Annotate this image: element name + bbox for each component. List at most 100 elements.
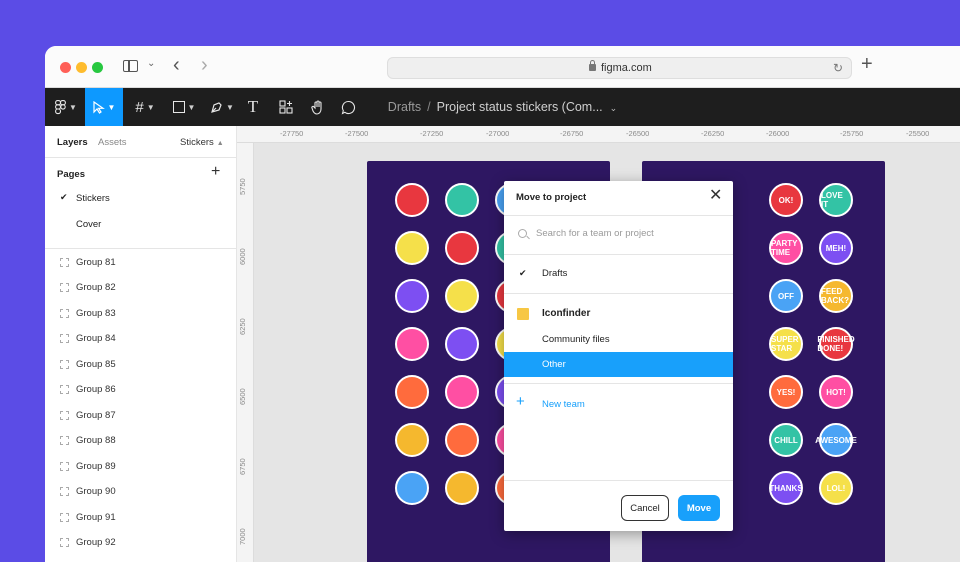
ruler-top: -27750 -27500 -27250 -27000 -26750 -2650… xyxy=(237,126,960,143)
project-option-other[interactable]: Other xyxy=(504,352,733,377)
group-icon xyxy=(60,258,69,267)
sidebar-toggle-icon[interactable] xyxy=(123,60,138,72)
layer-label: Group 91 xyxy=(76,512,116,523)
close-window-button[interactable] xyxy=(60,62,71,73)
page-selector[interactable]: Stickers ▲ xyxy=(180,137,224,148)
project-label: Community files xyxy=(542,334,610,345)
layers-panel: Layers Assets Stickers ▲ Pages + ✔ Sticke… xyxy=(45,126,237,562)
sticker[interactable]: AWESOME xyxy=(815,423,857,457)
sticker[interactable] xyxy=(445,375,479,409)
sticker[interactable] xyxy=(445,471,479,505)
address-bar[interactable]: figma.com ↻ xyxy=(387,57,852,79)
layer-row[interactable]: Group 91 xyxy=(45,506,237,530)
team-icon xyxy=(517,308,529,320)
sticker[interactable] xyxy=(395,471,429,505)
dialog-title: Move to project xyxy=(516,192,587,203)
figma-toolbar: ▼ ▼ # ▼ ▼ ▼ T Drafts / Project status stic xyxy=(45,88,960,126)
sticker[interactable]: SUPER STAR xyxy=(769,327,803,361)
drafts-label: Drafts xyxy=(542,268,568,279)
ruler-tick: 6250 xyxy=(238,318,247,335)
group-icon xyxy=(60,462,69,471)
ruler-tick: -26500 xyxy=(626,129,650,138)
group-icon xyxy=(60,385,69,394)
minimize-window-button[interactable] xyxy=(76,62,87,73)
team-name: Iconfinder xyxy=(542,308,591,319)
sticker[interactable]: CHILL xyxy=(769,423,803,457)
layer-row[interactable]: Group 87 xyxy=(45,404,237,428)
layer-row[interactable]: Group 86 xyxy=(45,378,237,402)
layer-row[interactable]: Group 89 xyxy=(45,455,237,479)
file-breadcrumb[interactable]: Drafts / Project status stickers (Com... ⌄ xyxy=(45,100,960,114)
new-team-link[interactable]: New team xyxy=(542,399,585,410)
ruler-tick: -26750 xyxy=(560,129,584,138)
sticker[interactable] xyxy=(445,279,479,313)
layer-label: Group 89 xyxy=(76,461,116,472)
sticker[interactable]: LOVE IT xyxy=(819,183,853,217)
layer-row[interactable]: Group 92 xyxy=(45,531,237,555)
forward-icon[interactable]: › xyxy=(201,55,208,75)
dialog-divider xyxy=(504,215,733,216)
sticker[interactable] xyxy=(395,423,429,457)
sticker[interactable] xyxy=(395,231,429,265)
layer-row[interactable]: Group 90 xyxy=(45,480,237,504)
project-label: Other xyxy=(542,359,566,370)
zoom-window-button[interactable] xyxy=(92,62,103,73)
sticker[interactable] xyxy=(445,231,479,265)
ruler-tick: -25750 xyxy=(840,129,864,138)
group-icon xyxy=(60,487,69,496)
sticker[interactable]: PARTY TIME xyxy=(769,231,803,265)
chevron-down-icon[interactable]: ⌄ xyxy=(147,58,155,69)
reload-icon[interactable]: ↻ xyxy=(833,61,843,75)
ruler-tick: -26000 xyxy=(766,129,790,138)
sticker[interactable] xyxy=(445,183,479,217)
tab-assets[interactable]: Assets xyxy=(98,137,127,148)
sticker[interactable]: OFF xyxy=(769,279,803,313)
layer-label: Group 87 xyxy=(76,410,116,421)
lock-icon xyxy=(589,60,596,71)
sticker[interactable] xyxy=(445,423,479,457)
sticker[interactable] xyxy=(395,327,429,361)
layer-row[interactable]: Group 83 xyxy=(45,302,237,326)
layer-row[interactable]: Group 85 xyxy=(45,353,237,377)
layer-row[interactable]: Group 84 xyxy=(45,327,237,351)
sticker[interactable] xyxy=(395,279,429,313)
sticker[interactable]: FEED BACK? xyxy=(819,279,853,313)
page-item-label: Cover xyxy=(76,219,102,230)
sticker[interactable]: OK! xyxy=(769,183,803,217)
sticker[interactable] xyxy=(445,327,479,361)
sticker[interactable]: YES! xyxy=(769,375,803,409)
search-input[interactable] xyxy=(536,226,721,241)
cancel-button[interactable]: Cancel xyxy=(621,495,669,521)
sticker[interactable]: MEH! xyxy=(819,231,853,265)
layer-label: Group 81 xyxy=(76,257,116,268)
layer-label: Group 82 xyxy=(76,282,116,293)
sticker[interactable] xyxy=(395,375,429,409)
back-icon[interactable]: ‹ xyxy=(173,55,180,75)
project-option-community-files[interactable]: Community files xyxy=(504,327,733,352)
breadcrumb-separator: / xyxy=(427,100,431,114)
layer-row[interactable]: Group 88 xyxy=(45,429,237,453)
close-icon[interactable]: ✕ xyxy=(709,187,722,205)
layer-row[interactable]: Group 81 xyxy=(45,251,237,275)
sticker[interactable]: FINISHED DONE! xyxy=(817,327,855,361)
add-page-icon[interactable]: + xyxy=(211,163,220,181)
sticker[interactable]: LOL! xyxy=(819,471,853,505)
layer-label: Group 84 xyxy=(76,333,116,344)
layer-row[interactable]: Group 82 xyxy=(45,276,237,300)
sticker[interactable]: HOT! xyxy=(819,375,853,409)
plus-icon[interactable]: + xyxy=(516,393,525,410)
tab-layers[interactable]: Layers xyxy=(57,137,88,148)
page-item-stickers[interactable]: ✔ Stickers xyxy=(45,187,237,211)
sticker[interactable]: THANKS xyxy=(769,471,803,505)
new-tab-icon[interactable]: + xyxy=(861,54,873,74)
file-title[interactable]: Project status stickers (Com... xyxy=(437,100,603,114)
layer-label: Group 85 xyxy=(76,359,116,370)
breadcrumb-drafts[interactable]: Drafts xyxy=(388,100,421,114)
move-button[interactable]: Move xyxy=(678,495,720,521)
browser-chrome: ⌄ ‹ › figma.com ↻ + xyxy=(45,46,960,88)
page-item-cover[interactable]: Cover xyxy=(45,213,237,237)
drafts-option[interactable]: ✔ Drafts xyxy=(504,261,733,286)
dialog-divider xyxy=(504,480,733,481)
sticker[interactable] xyxy=(395,183,429,217)
chevron-down-icon[interactable]: ⌄ xyxy=(610,103,618,113)
